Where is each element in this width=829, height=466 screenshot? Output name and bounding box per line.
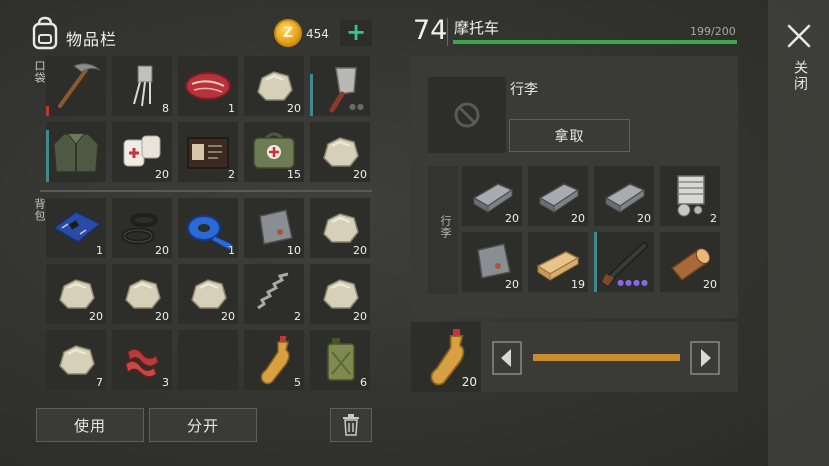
item-count: 10 [287,244,301,257]
item-count: 20 [221,310,235,323]
pocket-slot-raw-meat[interactable]: 1 [178,56,238,116]
hp-bar-fill [453,40,737,44]
pocket-slot-pickaxe[interactable] [46,56,106,116]
backpack-slot-tape[interactable]: 1 [178,198,238,258]
pocket-slot-wallet[interactable]: 2 [178,122,238,182]
pickaxe-icon [58,63,101,108]
close-icon[interactable] [785,22,813,50]
pocket-slot-bandage[interactable]: 20 [112,122,172,182]
item-count: 7 [96,376,103,389]
item-count: 20 [637,212,651,225]
backpack-slot-stone[interactable]: 20 [310,198,370,258]
inventory-title: 物品栏 [66,30,118,49]
item-count: 20 [505,278,519,291]
pocket-slot-transistor[interactable]: 8 [112,56,172,116]
item-count: 2 [294,310,301,323]
durability-bar [46,106,49,116]
item-count: 20 [505,212,519,225]
backpack-slot-rubber-rings[interactable]: 20 [112,198,172,258]
backpack-slot-stone[interactable]: 7 [46,330,106,390]
luggage-slot-metal-plate[interactable]: 20 [462,232,522,292]
item-count: 20 [155,244,169,257]
decrease-arrow-button[interactable] [492,341,522,375]
jacket-icon [53,133,99,173]
luggage-slot-iron-ingot[interactable]: 20 [462,166,522,226]
backpack-slot-stone[interactable]: 20 [310,264,370,324]
backpack-slot-circuit[interactable]: 1 [46,198,106,258]
item-count: 20 [89,310,103,323]
add-coins-button[interactable]: + [340,20,372,46]
item-count: 20 [353,168,367,181]
pocket-slot-cleaver[interactable]: ●● [310,56,370,116]
luggage-side-label: 行李 [439,215,452,239]
item-count: 20 [353,244,367,257]
use-button[interactable]: 使用 [36,408,144,442]
pocket-slot-jacket[interactable] [46,122,106,182]
item-count: 2 [710,212,717,225]
item-count: 20 [353,310,367,323]
luggage-slot-shotgun[interactable]: ●●●● [594,232,654,292]
luggage-slot-engine-part[interactable]: 2 [660,166,720,226]
item-count: 19 [571,278,585,291]
backpack-slot-stone[interactable]: 20 [178,264,238,324]
section-divider [40,190,372,192]
trash-button[interactable] [330,408,372,442]
backpack-slot-stone[interactable]: 20 [46,264,106,324]
luggage-slot-empty[interactable] [428,77,506,153]
luggage-slot-wood-plank[interactable]: 19 [528,232,588,292]
item-count: 20 [155,168,169,181]
durability-bar [46,130,49,182]
luggage-slot-iron-ingot[interactable]: 20 [594,166,654,226]
pocket-slot-stone[interactable]: 20 [310,122,370,182]
prohibited-icon [454,102,480,128]
selected-item-slot: 20 [411,322,481,392]
pocket-slot-first-aid-bag[interactable]: 15 [244,122,304,182]
item-count: 5 [294,376,301,389]
backpack-slot-bottle[interactable]: 5 [244,330,304,390]
backpack-slot-spring[interactable]: 2 [244,264,304,324]
coin-balance: 454 [306,27,329,41]
backpack-slot-stone[interactable]: 20 [112,264,172,324]
split-button[interactable]: 分开 [149,408,257,442]
item-count: 1 [228,102,235,115]
backpack-slot-metal-plate[interactable]: 10 [244,198,304,258]
item-count: 1 [228,244,235,257]
luggage-slot-iron-ingot[interactable]: 20 [528,166,588,226]
take-button[interactable]: 拿取 [509,119,630,152]
backpack-label: 背包 [33,198,46,222]
item-count: 6 [360,376,367,389]
item-count: 3 [162,376,169,389]
item-count: 2 [228,168,235,181]
coin-icon: Z [274,19,302,47]
quality-dots: ●● [349,102,365,111]
pocket-slot-stone[interactable]: 20 [244,56,304,116]
vehicle-name: 摩托车 [454,19,500,37]
backpack-slot-empty[interactable] [178,330,238,390]
quality-dots: ●●●● [617,278,649,287]
item-count: 20 [287,102,301,115]
luggage-slot-log[interactable]: 20 [660,232,720,292]
increase-arrow-button[interactable] [690,341,720,375]
selected-item-count: 20 [461,375,477,389]
quantity-slider-fill [533,354,680,361]
item-count: 15 [287,168,301,181]
luggage-title: 行李 [510,82,538,98]
trash-icon [343,414,359,436]
header-separator [447,18,448,46]
item-count: 8 [162,102,169,115]
close-label[interactable]: 关闭 [790,60,810,92]
item-count: 20 [155,310,169,323]
backpack-slot-jerrycan[interactable]: 6 [310,330,370,390]
item-count: 20 [571,212,585,225]
durability-bar [310,74,313,116]
pocket-label: 口袋 [33,60,46,84]
backpack-slot-bacon[interactable]: 3 [112,330,172,390]
vehicle-level: 74 [413,15,448,46]
item-count: 1 [96,244,103,257]
backpack-icon [32,16,58,50]
durability-bar [594,232,597,292]
vehicle-hp-text: 199/200 [690,25,736,38]
item-count: 20 [703,278,717,291]
